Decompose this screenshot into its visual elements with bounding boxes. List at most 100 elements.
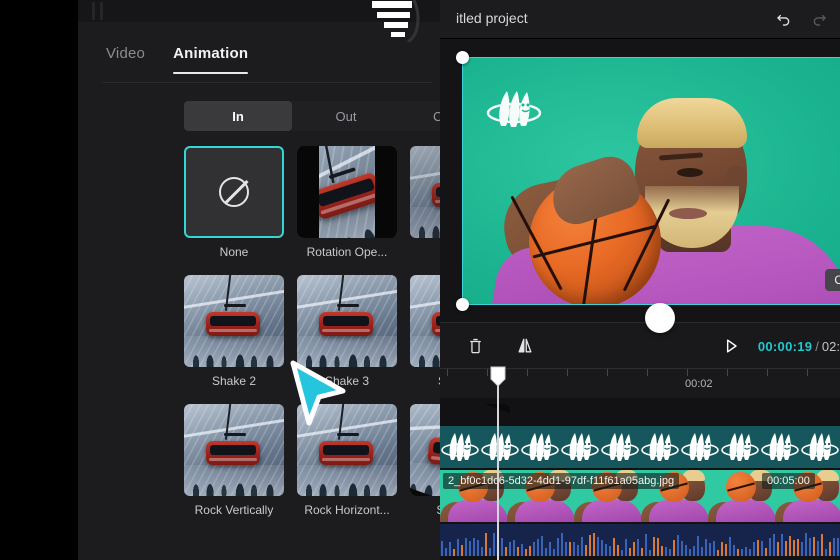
waveform-bar	[529, 545, 531, 556]
mirror-flip-icon[interactable]	[512, 333, 538, 359]
waveform-bar	[673, 540, 675, 556]
segment-out[interactable]: Out	[292, 101, 400, 131]
waveform-bar	[713, 541, 715, 556]
tab-video[interactable]: Video	[106, 45, 145, 74]
waveform-bar	[809, 538, 811, 556]
resize-handle-bottom-left[interactable]	[456, 298, 469, 311]
topbar-actions	[770, 7, 832, 31]
waveform-bar	[565, 542, 567, 556]
time-readout: 00:00:19 / 02:	[758, 339, 840, 354]
ruler-time-label: 00:02	[685, 378, 713, 390]
waveform-bar	[485, 533, 487, 556]
waveform-bar	[469, 541, 471, 556]
segment-in[interactable]: In	[184, 101, 292, 131]
animation-preset-item[interactable]: None	[184, 146, 284, 259]
waveform-bar	[553, 549, 555, 556]
ruler-tick	[727, 369, 728, 376]
ruler-tick	[807, 369, 808, 376]
waveform-bar	[813, 536, 815, 556]
waveform-bar	[609, 546, 611, 556]
current-time: 00:00:19	[757, 338, 813, 354]
rotate-handle-icon[interactable]	[645, 303, 675, 333]
animation-preset-thumbnail[interactable]	[297, 146, 397, 238]
playhead-knob[interactable]	[490, 366, 506, 387]
animation-preset-item[interactable]: Rotation Ope...	[297, 146, 397, 259]
project-title[interactable]: itled project	[456, 10, 528, 26]
waveform-bar	[461, 544, 463, 556]
waveform-bar	[817, 540, 819, 556]
sticker-watermark-icon	[440, 430, 480, 464]
timeline-playback-group: 00:00:19 / 02:	[718, 323, 840, 369]
waveform-bar	[445, 547, 447, 556]
animation-preset-thumbnail[interactable]	[184, 275, 284, 367]
waveform-bar	[621, 549, 623, 556]
animation-preset-thumbnail[interactable]	[184, 146, 284, 238]
panel-tabs: Video Animation	[78, 36, 440, 82]
animation-preset-item[interactable]: Rock Vertically	[184, 404, 284, 517]
waveform-bar	[685, 544, 687, 556]
waveform-bar	[545, 547, 547, 556]
waveform-bar	[661, 545, 663, 556]
animation-preset-thumbnail[interactable]	[184, 404, 284, 496]
waveform-bar	[601, 540, 603, 556]
editor-right-side: itled project O 00:00:19 / 02: 00:02 2_b…	[440, 0, 840, 560]
animation-preset-thumbnail[interactable]	[297, 275, 397, 367]
waveform-bar	[477, 539, 479, 556]
waveform-bar	[705, 538, 707, 556]
sticker-watermark-icon	[800, 430, 840, 464]
animation-preset-item[interactable]: Shake 3	[297, 275, 397, 388]
waveform-bar	[757, 540, 759, 556]
strip-mark-2	[100, 2, 103, 20]
timeline-toolbar: 00:00:19 / 02:	[440, 322, 840, 368]
animation-preset-item[interactable]: Shake 2	[184, 275, 284, 388]
play-icon[interactable]	[718, 333, 744, 359]
undo-icon[interactable]	[770, 7, 796, 31]
strip-mark-1	[92, 2, 95, 20]
sticker-watermark-icon	[640, 430, 680, 464]
sticker-watermark-icon	[720, 430, 760, 464]
waveform-bar	[737, 548, 739, 556]
waveform-bar	[581, 536, 583, 556]
waveform-bar	[689, 548, 691, 556]
waveform-bar	[669, 548, 671, 556]
waveform-bar	[665, 546, 667, 556]
ruler-tick	[647, 369, 648, 376]
animation-preset-label: None	[219, 245, 249, 259]
person-lips	[669, 208, 707, 219]
waveform-bar	[493, 532, 495, 556]
ruler-tick	[607, 369, 608, 376]
waveform-bar	[749, 549, 751, 556]
tabs-divider	[102, 82, 432, 83]
waveform-bar	[585, 545, 587, 556]
resize-handle-top-left[interactable]	[456, 51, 469, 64]
waveform-bar	[525, 548, 527, 556]
waveform-bar	[829, 541, 831, 556]
waveform-bar	[501, 537, 503, 556]
person-eye	[677, 168, 703, 177]
sticker-watermark-icon	[520, 430, 560, 464]
waveform-bar	[533, 541, 535, 556]
tab-animation[interactable]: Animation	[173, 45, 249, 74]
trash-icon[interactable]	[462, 333, 488, 359]
total-time: 02:	[821, 338, 840, 354]
redo-icon[interactable]	[806, 7, 832, 31]
waveform-bar	[517, 547, 519, 556]
waveform-bar	[645, 533, 647, 556]
waveform-bar	[561, 532, 563, 556]
waveform-bar	[489, 547, 491, 556]
sticker-track[interactable]	[440, 426, 840, 468]
waveform-bar	[657, 538, 659, 556]
animation-preset-thumbnail[interactable]	[297, 404, 397, 496]
waveform-bar	[821, 534, 823, 556]
selected-media-frame[interactable]: Origina	[456, 51, 840, 333]
waveform-bar	[617, 545, 619, 556]
waveform-bar	[833, 538, 835, 556]
animation-preset-item[interactable]: Rock Horizont...	[297, 404, 397, 517]
ruler-tick	[567, 369, 568, 376]
waveform-bar	[761, 540, 763, 556]
waveform-bar	[725, 543, 727, 556]
waveform-bar	[537, 539, 539, 556]
waveform-bar	[521, 543, 523, 556]
waveform-bar	[681, 541, 683, 556]
audio-waveform-track[interactable]	[440, 524, 840, 556]
